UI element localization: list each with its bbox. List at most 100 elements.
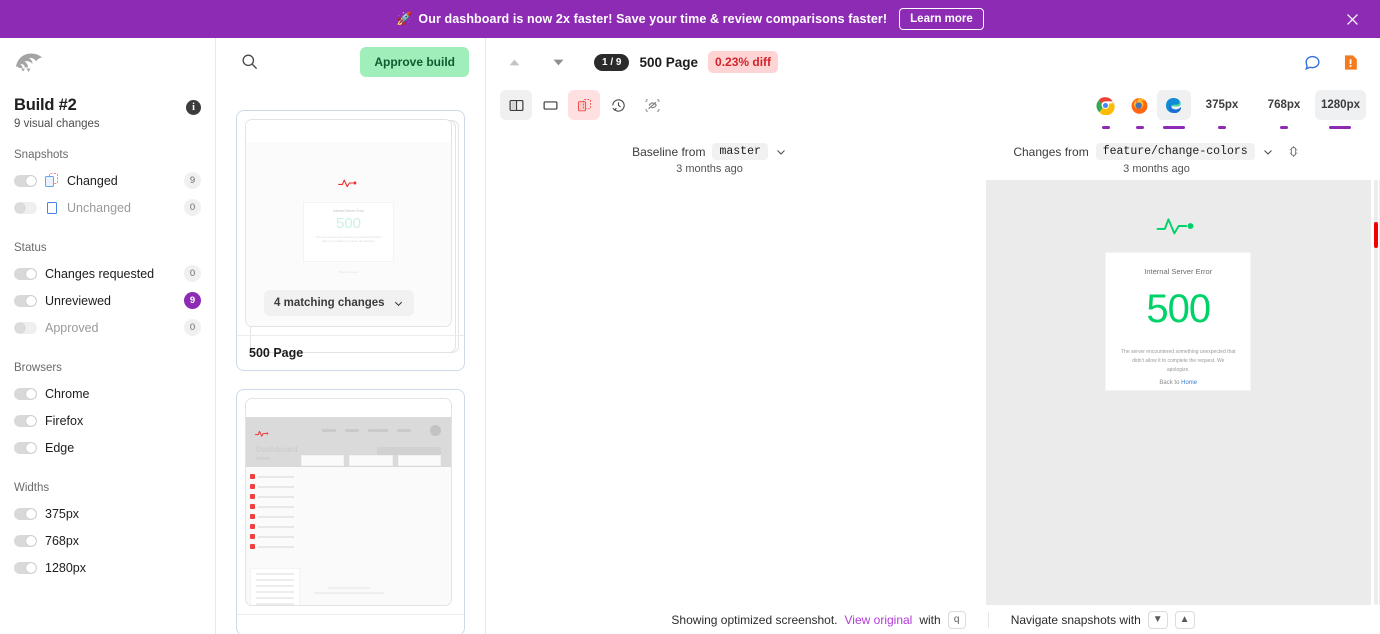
filter-edge[interactable]: Edge	[14, 436, 201, 459]
filter-changed[interactable]: Changed 9	[14, 169, 201, 192]
snapshot-list-header: Approve build	[216, 38, 485, 86]
changed-snapshot-icon	[45, 173, 59, 189]
unchanged-snapshot-icon	[45, 200, 59, 216]
filter-firefox[interactable]: Firefox	[14, 409, 201, 432]
snapshot-card-title	[237, 614, 464, 634]
toggle-unreviewed[interactable]	[14, 295, 37, 307]
matching-changes-dropdown[interactable]: 4 matching changes	[264, 290, 414, 316]
width-768-button[interactable]: 768px	[1253, 90, 1315, 129]
toggle-chrome[interactable]	[14, 388, 37, 400]
comparison-area: Internal Server Error 500 The server enc…	[486, 180, 1380, 605]
toggle-width-375[interactable]	[14, 508, 37, 520]
optimized-screenshot-group: Showing optimized screenshot. View origi…	[649, 611, 987, 629]
percy-logo[interactable]	[14, 38, 201, 86]
snapshot-thumbnail: Dashboard	[245, 398, 452, 606]
toggle-width-1280[interactable]	[14, 562, 37, 574]
filter-chrome[interactable]: Chrome	[14, 382, 201, 405]
toggle-firefox[interactable]	[14, 415, 37, 427]
promo-banner: 🚀 Our dashboard is now 2x faster! Save y…	[0, 0, 1380, 38]
key-q[interactable]: q	[948, 611, 966, 629]
filter-label-width-768: 768px	[45, 534, 201, 548]
filter-label-edge: Edge	[45, 441, 201, 455]
toggle-changed[interactable]	[14, 175, 37, 187]
changes-selector[interactable]: Changes from feature/change-colors 3 mon…	[933, 138, 1380, 180]
with-text-1: with	[919, 613, 940, 627]
count-unreviewed: 9	[184, 292, 201, 309]
back-to-home-link[interactable]: Back to Home	[986, 380, 1371, 386]
toggle-width-768[interactable]	[14, 535, 37, 547]
filter-unchanged[interactable]: Unchanged 0	[14, 196, 201, 219]
firefox-icon	[1130, 96, 1149, 115]
diff-overlay-button[interactable]	[568, 90, 600, 120]
toggle-edge[interactable]	[14, 442, 37, 454]
diff-marker[interactable]	[1374, 222, 1378, 248]
filter-width-1280[interactable]: 1280px	[14, 556, 201, 579]
filter-approved[interactable]: Approved 0	[14, 316, 201, 339]
changes-branch[interactable]: feature/change-colors	[1096, 143, 1255, 160]
count-unchanged: 0	[184, 199, 201, 216]
settings-icon	[1287, 145, 1300, 158]
learn-more-button[interactable]: Learn more	[899, 8, 984, 30]
toggle-approved[interactable]	[14, 322, 37, 334]
hide-ignored-regions-button[interactable]	[636, 90, 668, 120]
section-title-status: Status	[14, 242, 201, 254]
section-title-widths: Widths	[14, 482, 201, 494]
filter-width-375[interactable]: 375px	[14, 502, 201, 525]
side-by-side-view-button[interactable]	[500, 90, 532, 120]
filter-width-768[interactable]: 768px	[14, 529, 201, 552]
snapshot-list-scroll[interactable]: Internal Server Error 500 The server enc…	[216, 86, 485, 634]
filter-changes-requested[interactable]: Changes requested 0	[14, 262, 201, 285]
snapshot-card-500-page[interactable]: Internal Server Error 500 The server enc…	[236, 110, 465, 371]
single-view-button[interactable]	[534, 90, 566, 120]
toggle-changes-requested[interactable]	[14, 268, 37, 280]
view-original-link[interactable]: View original	[845, 613, 913, 627]
next-snapshot-button[interactable]	[544, 48, 572, 76]
back-prefix: Back to	[1159, 380, 1181, 386]
build-subtitle: 9 visual changes	[14, 118, 100, 130]
count-changed: 9	[184, 172, 201, 189]
diff-scroll-gutter[interactable]	[1371, 180, 1379, 605]
notification-icon[interactable]	[1338, 50, 1362, 74]
width-768-label: 768px	[1262, 90, 1307, 120]
info-icon[interactable]: i	[186, 100, 201, 115]
status-bar: Showing optimized screenshot. View origi…	[486, 605, 1380, 634]
home-link[interactable]: Home	[1181, 380, 1197, 386]
error-code: 500	[1116, 288, 1240, 330]
filter-unreviewed[interactable]: Unreviewed 9	[14, 289, 201, 312]
browser-firefox-button[interactable]	[1123, 90, 1157, 129]
key-up[interactable]: ▲	[1175, 611, 1195, 629]
close-icon[interactable]	[1340, 7, 1364, 31]
app-root: 🚀 Our dashboard is now 2x faster! Save y…	[0, 0, 1380, 634]
count-approved: 0	[184, 319, 201, 336]
width-375-button[interactable]: 375px	[1191, 90, 1253, 129]
toggle-unchanged[interactable]	[14, 202, 37, 214]
view-tools	[500, 90, 668, 120]
section-title-browsers: Browsers	[14, 362, 201, 374]
snapshot-card-dashboard[interactable]: Dashboard	[236, 389, 465, 634]
diff-percent-badge: 0.23% diff	[708, 51, 778, 73]
baseline-label: Baseline from	[632, 145, 705, 159]
history-button[interactable]	[602, 90, 634, 120]
page-counter: 1 / 9	[594, 54, 629, 71]
browser-edge-button[interactable]	[1157, 90, 1191, 129]
filter-label-width-1280: 1280px	[45, 561, 201, 575]
search-icon[interactable]	[240, 52, 260, 72]
key-down[interactable]: ▼	[1148, 611, 1168, 629]
comment-icon[interactable]	[1300, 50, 1324, 74]
error-card: Internal Server Error 500 The server enc…	[1105, 252, 1251, 391]
filter-label-chrome: Chrome	[45, 387, 201, 401]
heartbeat-logo-icon	[1156, 214, 1200, 243]
baseline-screenshot-pane[interactable]: Internal Server Error 500 The server enc…	[986, 180, 1371, 605]
previous-snapshot-button[interactable]	[500, 48, 528, 76]
browser-chrome-button[interactable]	[1089, 90, 1123, 129]
baseline-selector[interactable]: Baseline from master 3 months ago	[486, 138, 933, 180]
section-title-snapshots: Snapshots	[14, 149, 201, 161]
optimized-text: Showing optimized screenshot.	[671, 613, 837, 627]
error-title: Internal Server Error	[1116, 267, 1240, 276]
width-1280-button[interactable]: 1280px	[1315, 90, 1366, 129]
baseline-branch[interactable]: master	[712, 143, 767, 160]
matching-changes-label: 4 matching changes	[274, 297, 385, 309]
approve-build-button[interactable]: Approve build	[360, 47, 469, 77]
width-375-label: 375px	[1200, 90, 1245, 120]
chevron-down-icon	[775, 146, 787, 158]
